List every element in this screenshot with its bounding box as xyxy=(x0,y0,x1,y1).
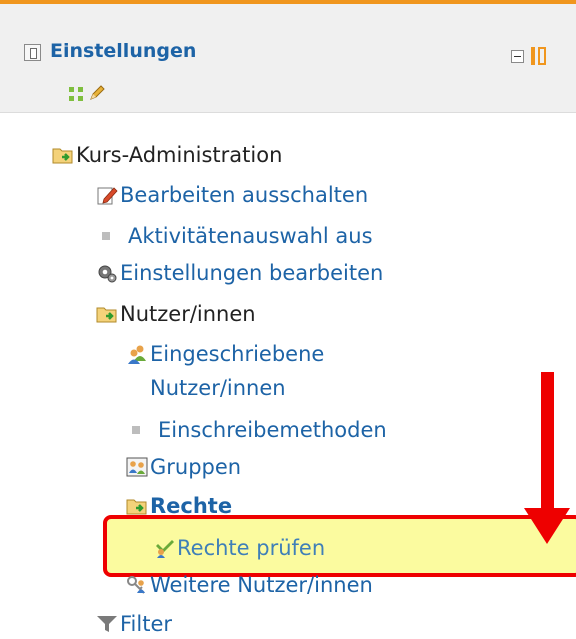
tree-item-filter[interactable]: Filter xyxy=(96,612,172,636)
folder-icon xyxy=(126,499,147,515)
block-icon xyxy=(24,44,41,61)
filter-icon xyxy=(97,616,117,632)
block-title[interactable]: Einstellungen xyxy=(50,40,196,62)
tree-item-nutzer-innen[interactable]: Nutzer/innen xyxy=(96,302,256,326)
bullet-icon xyxy=(132,426,140,434)
settings-block-header: Einstellungen xyxy=(0,4,576,113)
tree-label: Einstellungen bearbeiten xyxy=(120,261,384,285)
tree-label: Rechte prüfen xyxy=(177,536,326,560)
tree-item-gruppen[interactable]: Gruppen xyxy=(126,455,241,479)
group-icon xyxy=(126,457,148,477)
gear-icon xyxy=(98,265,117,283)
tree-label: Filter xyxy=(120,612,173,636)
tree-label: Bearbeiten ausschalten xyxy=(120,183,369,207)
edit-pencil-icon[interactable] xyxy=(88,84,106,102)
folder-icon xyxy=(52,148,73,164)
check-permissions-icon xyxy=(156,540,174,558)
tree-item-eingeschriebene[interactable]: Eingeschriebene xyxy=(126,342,324,366)
key-user-icon xyxy=(127,576,145,594)
tree-item-einschreibemethoden[interactable]: Einschreibemethoden xyxy=(126,418,387,442)
tree-label: Weitere Nutzer/innen xyxy=(150,573,373,597)
tree-label: Eingeschriebene xyxy=(150,342,325,366)
folder-icon xyxy=(96,307,117,323)
red-arrow-shaft xyxy=(541,372,554,512)
tree-label: Aktivitätenauswahl aus xyxy=(128,224,373,248)
tree-label: Kurs-Administration xyxy=(76,143,283,167)
tree-item-einstellungen-bearbeiten[interactable]: Einstellungen bearbeiten xyxy=(96,261,383,285)
tree-label: Nutzer/innen xyxy=(120,302,256,326)
bullet-icon xyxy=(102,232,110,240)
tree-item-weitere-nutzer[interactable]: Weitere Nutzer/innen xyxy=(126,573,373,597)
tree-item-bearbeiten-ausschalten[interactable]: Bearbeiten ausschalten xyxy=(96,183,368,207)
move-icon[interactable] xyxy=(68,86,84,102)
users-icon xyxy=(128,345,146,364)
tree-label: Gruppen xyxy=(150,455,242,479)
tree-item-aktivitaetenauswahl[interactable]: Aktivitätenauswahl aus xyxy=(96,224,373,248)
edit-document-icon xyxy=(97,187,118,205)
tree-item-kurs-administration[interactable]: Kurs-Administration xyxy=(52,143,282,167)
dock-block-icon[interactable] xyxy=(531,47,547,65)
tree-item-rechte-pruefen[interactable]: Rechte prüfen xyxy=(153,536,325,560)
red-arrow-head xyxy=(524,508,570,544)
collapse-block-icon[interactable] xyxy=(511,50,524,63)
tree-item-eingeschriebene-line2[interactable]: Nutzer/innen xyxy=(150,376,286,400)
tree-label: Einschreibemethoden xyxy=(158,418,387,442)
tree-label: Nutzer/innen xyxy=(150,376,286,400)
